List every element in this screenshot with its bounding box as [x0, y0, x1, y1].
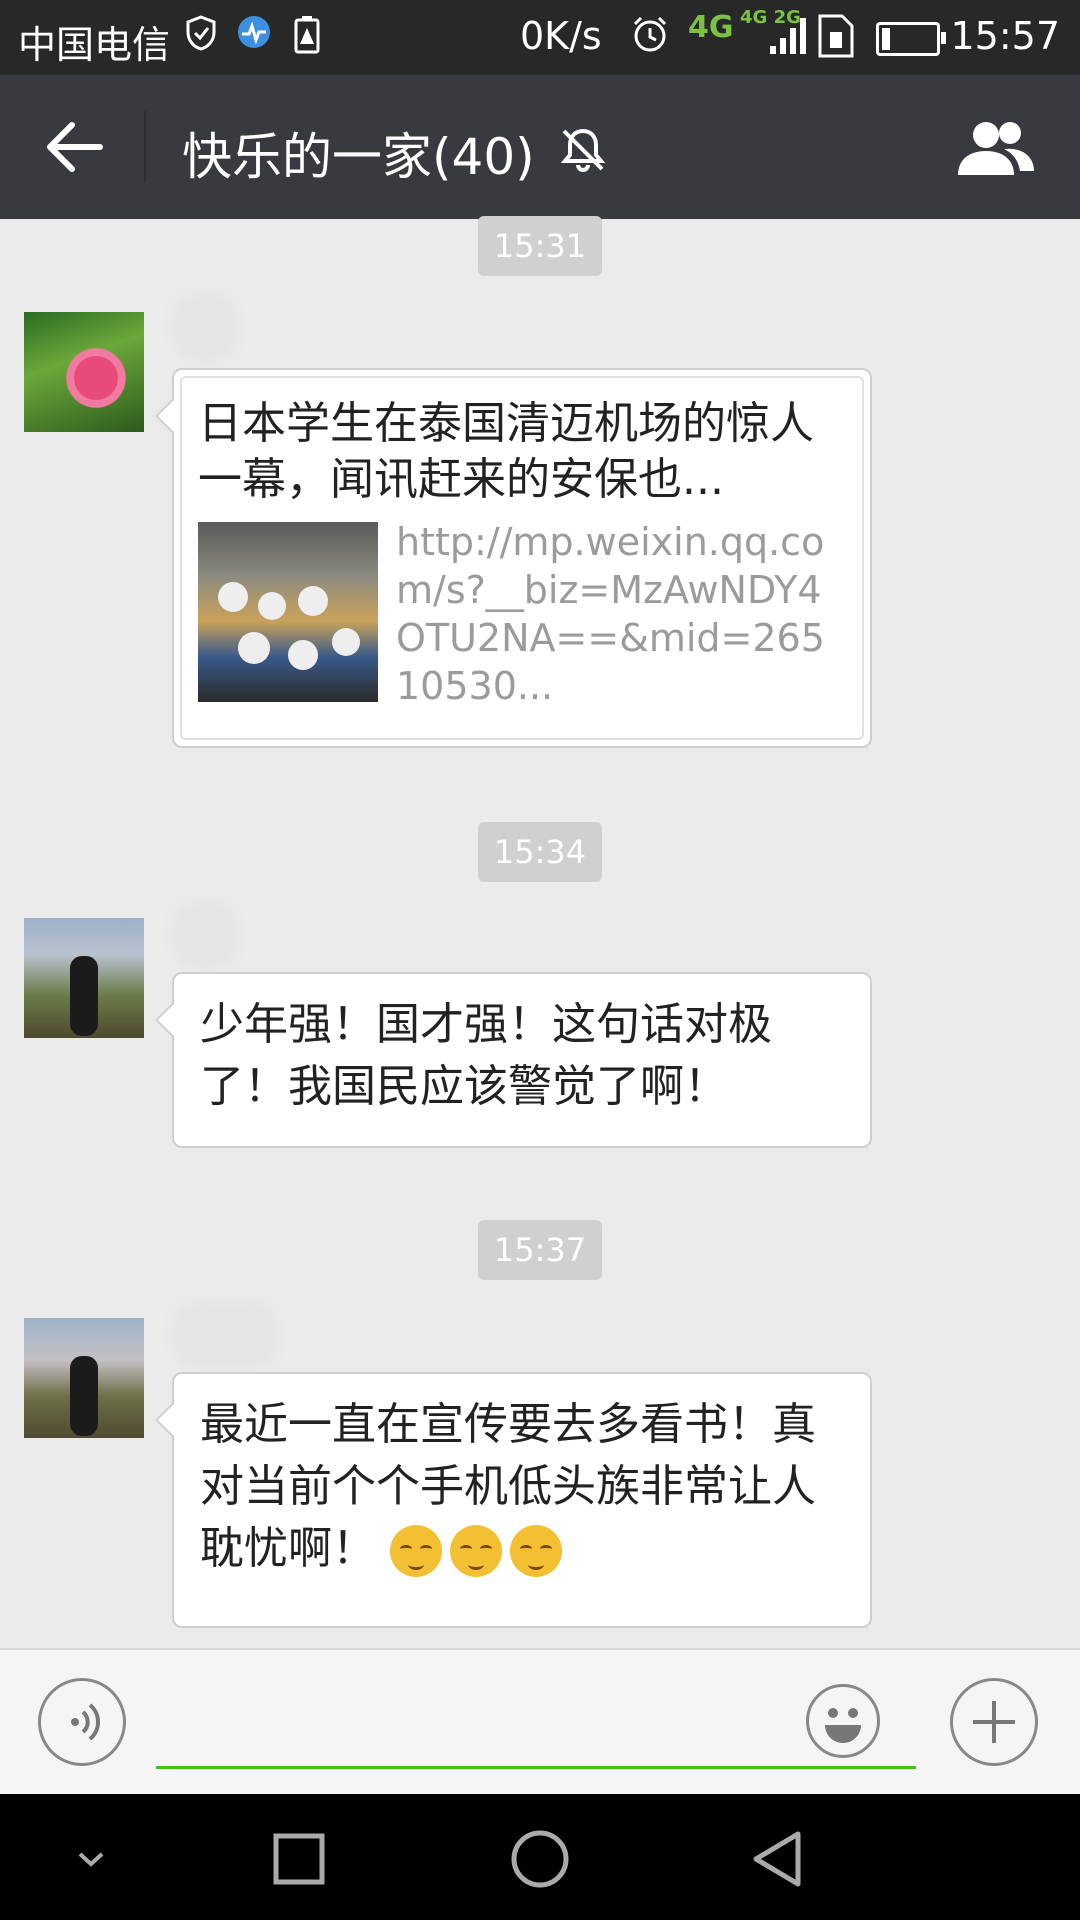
text-message-bubble[interactable]: 少年强！国才强！这句话对极了！我国民应该警觉了啊！: [172, 972, 872, 1148]
back-arrow-icon[interactable]: [44, 119, 104, 175]
smiley-icon: [825, 1708, 861, 1743]
status-time: 15:57: [950, 14, 1060, 58]
sleepy-face-emoji-icon: [450, 1525, 502, 1577]
link-thumbnail: [198, 522, 378, 702]
back-nav-icon[interactable]: [744, 1824, 814, 1894]
recent-apps-icon[interactable]: [264, 1824, 334, 1894]
timestamp-pill: 15:37: [478, 1220, 602, 1280]
avatar[interactable]: [24, 1318, 144, 1438]
home-icon[interactable]: [505, 1824, 575, 1894]
timestamp-pill: 15:34: [478, 822, 602, 882]
voice-icon: [71, 1703, 101, 1741]
avatar[interactable]: [24, 918, 144, 1038]
group-members-icon[interactable]: [952, 119, 1038, 177]
message-text: 少年强！国才强！这句话对极了！我国民应该警觉了啊！: [200, 999, 772, 1112]
title-bar: 快乐的一家(40): [0, 75, 1080, 219]
text-message-bubble[interactable]: 最近一直在宣传要去多看书！真对当前个个手机低头族非常让人耽忧啊！: [172, 1372, 872, 1628]
shield-icon: [184, 14, 218, 61]
link-title: 日本学生在泰国清迈机场的惊人一幕，闻讯赶来的安保也...: [198, 398, 814, 505]
battery-icon: [876, 22, 946, 56]
carrier-label: 中国电信: [18, 23, 171, 67]
timestamp-pill: 15:31: [478, 216, 602, 276]
avatar[interactable]: [24, 312, 144, 432]
status-bar: 中国电信 0K/s 4G 4G 2G 15:57: [0, 0, 1080, 75]
input-bar: [0, 1648, 1080, 1796]
voice-input-button[interactable]: [38, 1678, 126, 1766]
health-app-icon: [236, 14, 272, 59]
net-speed: 0K/s: [520, 14, 602, 58]
emoji-button[interactable]: [806, 1684, 880, 1758]
sim-card-icon: [816, 12, 856, 69]
battery-alert-icon: [292, 14, 322, 63]
network-4g-label: 4G: [688, 10, 734, 45]
mute-bell-icon: [558, 125, 608, 175]
link-url: http://mp.weixin.qq.com/s?__biz=MzAwNDY4…: [396, 520, 825, 708]
chat-title: 快乐的一家(40): [182, 128, 535, 186]
message-input[interactable]: [156, 1678, 916, 1769]
navigation-bar: [0, 1794, 1080, 1920]
sleepy-face-emoji-icon: [510, 1525, 562, 1577]
add-attachment-button[interactable]: [950, 1678, 1038, 1766]
sender-name-blurred: [170, 292, 240, 362]
plus-icon: [973, 1701, 1015, 1743]
sleepy-face-emoji-icon: [390, 1525, 442, 1577]
signal-icon: [770, 16, 806, 65]
emoji-row: [390, 1523, 570, 1577]
sender-name-blurred: [170, 1300, 280, 1370]
sender-name-blurred: [170, 900, 240, 970]
link-card-bubble[interactable]: 日本学生在泰国清迈机场的惊人一幕，闻讯赶来的安保也... http://mp.w…: [172, 368, 872, 748]
alarm-icon: [630, 14, 670, 63]
title-divider: [144, 111, 146, 183]
hide-keyboard-icon[interactable]: [56, 1824, 126, 1894]
